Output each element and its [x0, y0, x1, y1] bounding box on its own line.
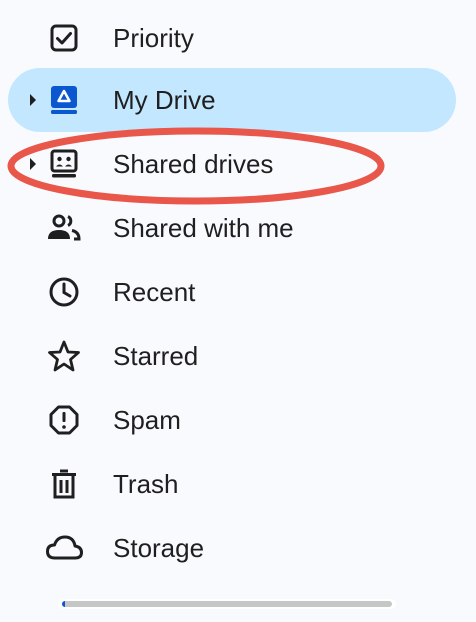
storage-usage-fill	[62, 601, 66, 607]
nav-item-trash[interactable]: Trash	[0, 452, 456, 516]
my-drive-icon	[44, 80, 84, 120]
nav-item-label: Spam	[113, 405, 181, 435]
nav-item-my-drive[interactable]: My Drive	[8, 68, 456, 132]
navigation-sidebar: Priority My Drive Shared drives Shared w…	[0, 0, 476, 622]
shared-drives-icon	[44, 144, 84, 184]
nav-item-label: Shared with me	[113, 213, 294, 243]
nav-item-label: Starred	[113, 341, 199, 371]
nav-item-shared-with-me[interactable]: Shared with me	[0, 196, 456, 260]
cloud-icon	[44, 528, 84, 568]
storage-usage-bar	[58, 599, 396, 609]
people-icon	[44, 208, 84, 248]
nav-item-priority[interactable]: Priority	[0, 6, 456, 70]
star-icon	[44, 336, 84, 376]
spam-icon	[44, 400, 84, 440]
clock-icon	[44, 272, 84, 312]
nav-item-label: Recent	[113, 277, 196, 307]
nav-item-label: Trash	[113, 469, 179, 499]
expand-caret-icon[interactable]	[28, 157, 38, 171]
nav-item-label: My Drive	[113, 85, 216, 115]
nav-item-spam[interactable]: Spam	[0, 388, 456, 452]
nav-item-recent[interactable]: Recent	[0, 260, 456, 324]
nav-item-storage[interactable]: Storage	[0, 516, 456, 580]
trash-icon	[44, 464, 84, 504]
nav-item-shared-drives[interactable]: Shared drives	[0, 132, 456, 196]
priority-icon	[44, 18, 84, 58]
nav-item-label: Storage	[113, 533, 205, 563]
storage-usage-track	[62, 601, 392, 607]
nav-item-label: Shared drives	[113, 149, 274, 179]
nav-item-label: Priority	[113, 23, 194, 53]
nav-item-starred[interactable]: Starred	[0, 324, 456, 388]
expand-caret-icon[interactable]	[28, 93, 38, 107]
